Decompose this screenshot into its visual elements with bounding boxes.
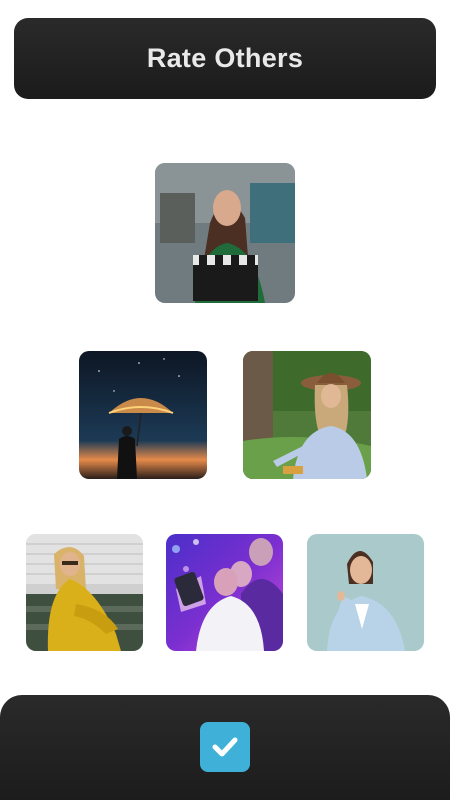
photo-middle-left[interactable]: [79, 351, 207, 479]
confirm-button[interactable]: [200, 722, 250, 772]
rate-others-screen: Rate Others: [0, 0, 450, 800]
woman-in-blazer-image: [307, 534, 424, 651]
person-with-lit-umbrella-image: [79, 351, 207, 479]
photo-bottom-right[interactable]: [307, 534, 424, 651]
photo-middle-right[interactable]: [243, 351, 371, 479]
photo-bottom-center[interactable]: [166, 534, 283, 651]
photo-top[interactable]: [155, 163, 295, 303]
page-title: Rate Others: [146, 43, 304, 73]
woman-in-yellow-image: [26, 534, 143, 651]
woman-in-hat-image: [243, 351, 371, 479]
header-bar: Rate Others: [14, 18, 436, 99]
woman-with-clapperboard-image: [155, 163, 295, 303]
photo-bottom-left[interactable]: [26, 534, 143, 651]
checkmark-icon: [212, 737, 238, 757]
party-selfie-image: [166, 534, 283, 651]
